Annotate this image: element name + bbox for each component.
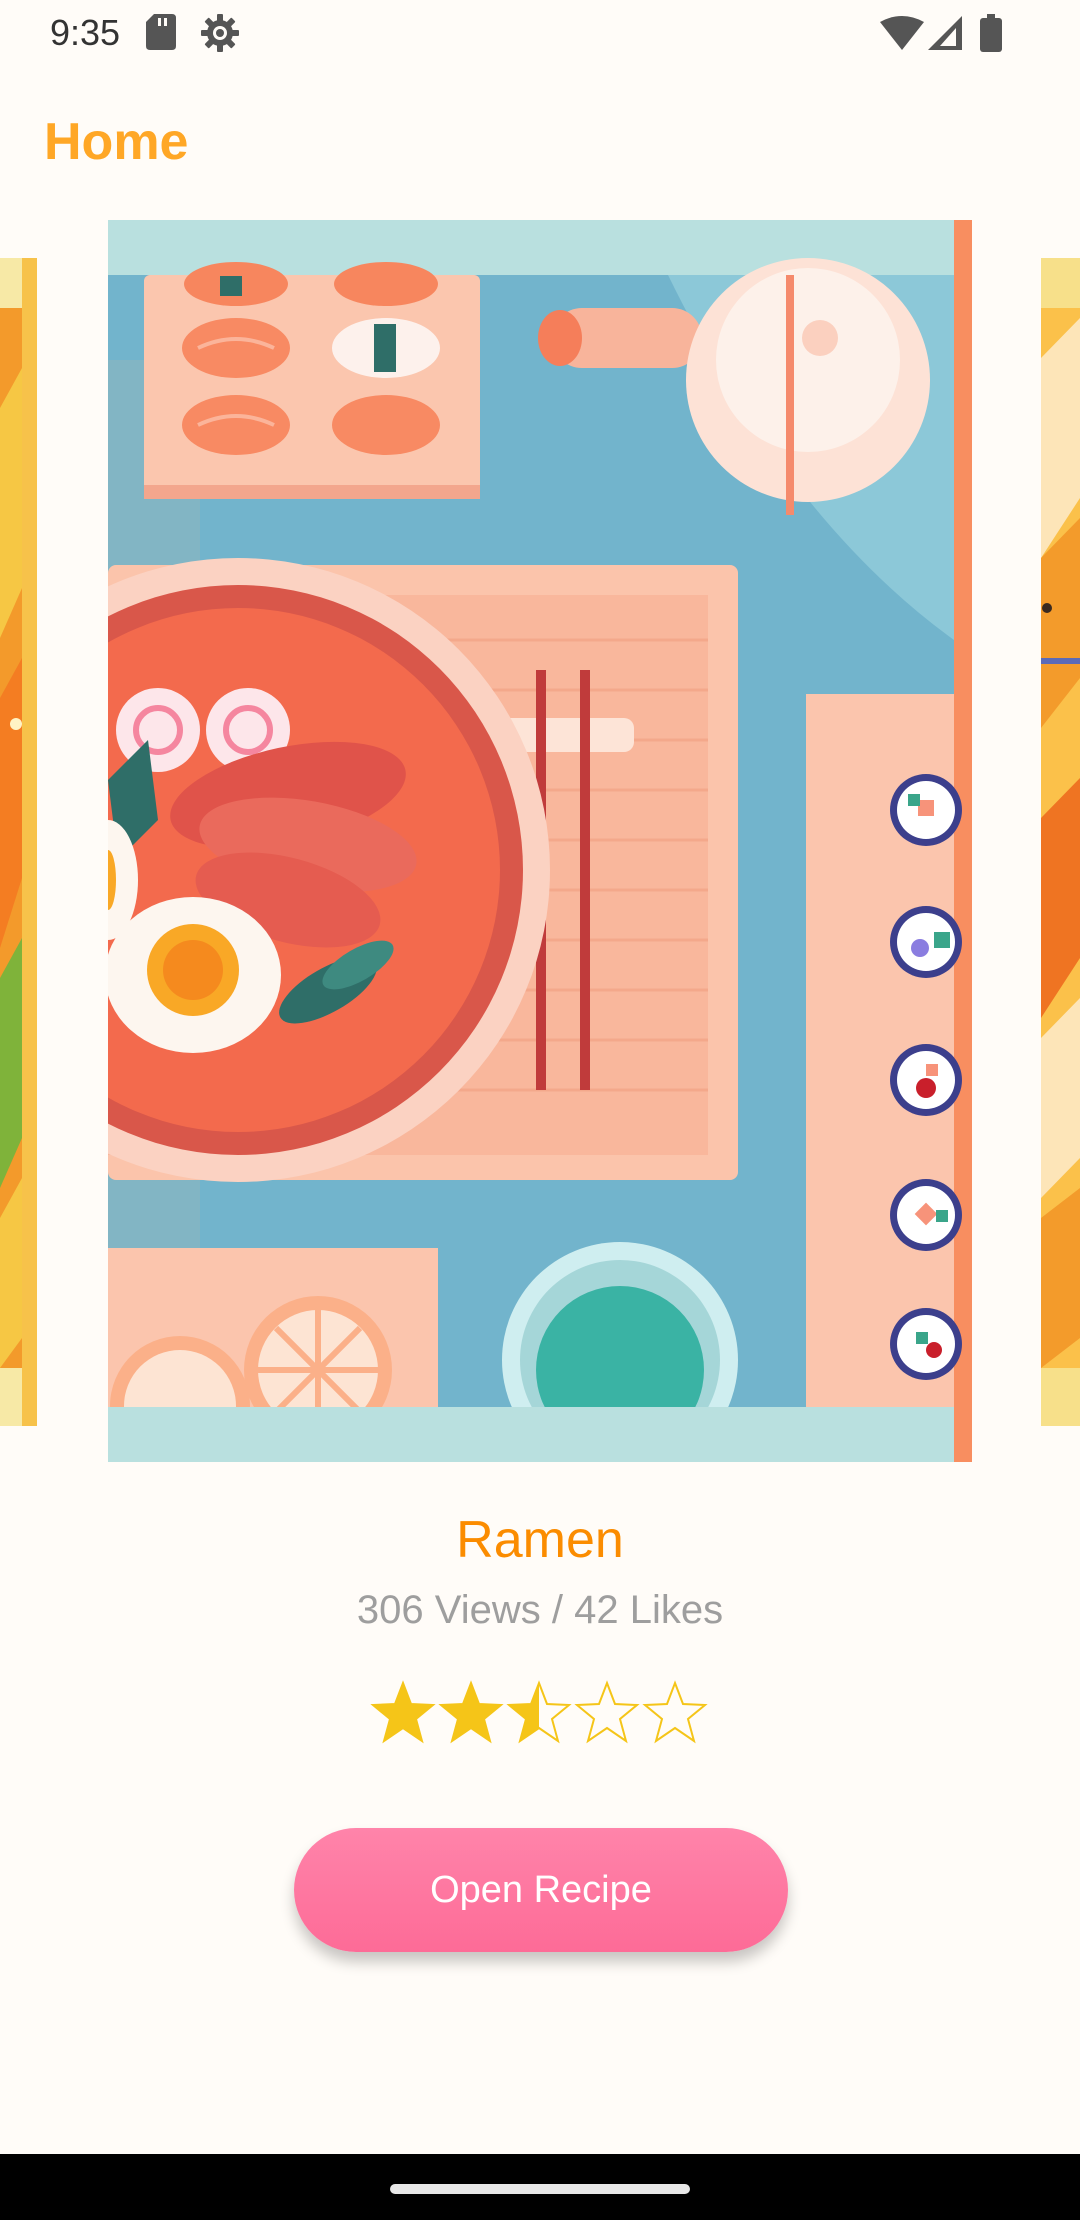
system-navigation-bar: [0, 2154, 1080, 2220]
star-empty-icon: [574, 1680, 640, 1744]
home-gesture-handle[interactable]: [390, 2184, 690, 2194]
star-half-icon: [506, 1680, 572, 1744]
open-recipe-button[interactable]: Open Recipe: [294, 1828, 788, 1952]
previous-recipe-card-peek[interactable]: [0, 258, 37, 1426]
recipe-name: Ramen: [456, 1511, 624, 1569]
page-title: Home: [44, 113, 189, 171]
next-recipe-card-peek[interactable]: [1041, 258, 1080, 1426]
status-bar: 9:35: [0, 0, 1080, 64]
star-empty-icon: [642, 1680, 708, 1744]
recipe-views-likes: 306 Views / 42 Likes: [356, 1588, 724, 1632]
star-filled-icon: [370, 1680, 436, 1744]
wifi-icon: [880, 16, 924, 50]
ramen-illustration: [108, 220, 972, 1462]
settings-gear-icon: [201, 14, 239, 52]
status-time: 9:35: [50, 12, 121, 53]
star-filled-icon: [438, 1680, 504, 1744]
battery-icon: [980, 14, 1002, 52]
cellular-signal-icon: [928, 16, 962, 50]
sd-card-icon: [146, 14, 176, 50]
recipe-card[interactable]: [108, 220, 972, 1462]
screen: 9:35 Home Ramen 306 Views / 42 Likes Ope…: [0, 0, 1080, 2220]
rating-stars: [370, 1680, 710, 1750]
